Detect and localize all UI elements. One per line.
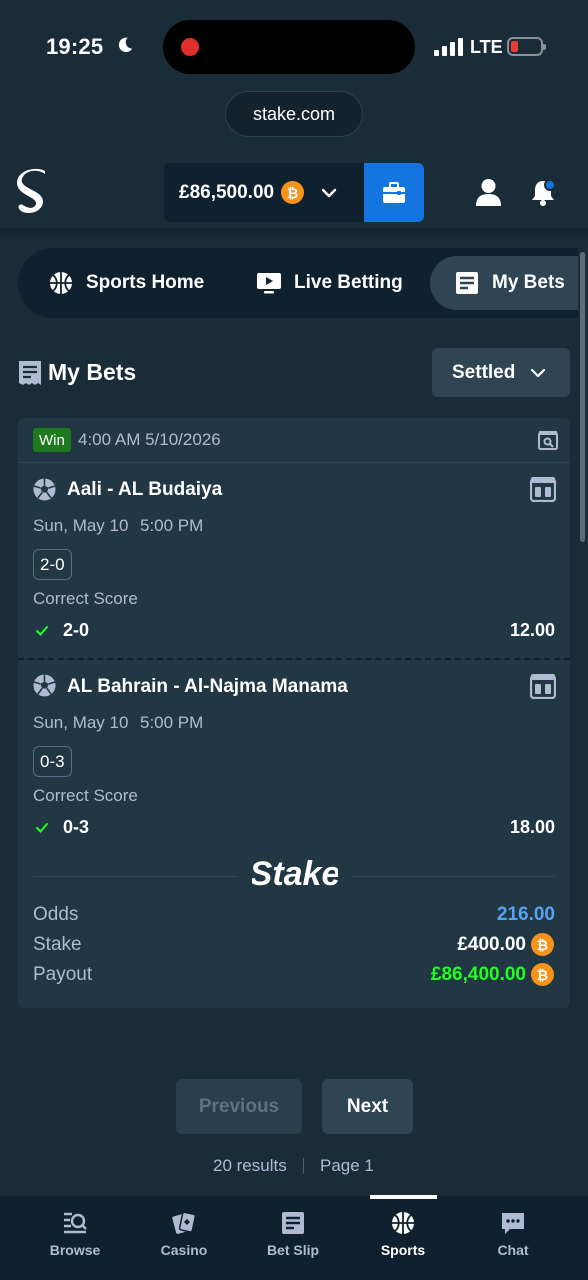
results-count: 20 results (213, 1156, 287, 1175)
moon-icon (118, 37, 133, 53)
nav-sports[interactable]: Sports (353, 1210, 453, 1258)
soccer-ball-icon (33, 478, 56, 501)
user-profile-icon[interactable] (475, 178, 502, 206)
match-name[interactable]: AL Bahrain - Al-Najma Manama (67, 676, 348, 698)
stake-label: Stake (33, 934, 82, 955)
tab-label: Sports Home (86, 272, 205, 293)
bitcoin-icon: ₿ (531, 933, 554, 956)
payout-amount: £86,400.00 (430, 964, 526, 985)
selection: 0-3 (63, 817, 90, 837)
header-divider (0, 228, 588, 240)
match-stats-icon[interactable] (530, 476, 556, 502)
notification-bell-icon[interactable] (528, 177, 558, 207)
check-icon (36, 626, 48, 636)
bitcoin-icon: ₿ (281, 181, 305, 204)
bet-slip-icon (282, 1212, 304, 1234)
nav-chat[interactable]: Chat (463, 1210, 563, 1258)
bet-placed-time: 4:00 AM 5/10/2026 (78, 430, 221, 449)
leg-divider (18, 658, 570, 660)
leg-odds: 18.00 (509, 817, 555, 837)
wallet-balance-selector[interactable]: £86,500.00 ₿ (164, 163, 364, 222)
battery-icon (507, 37, 546, 56)
nav-label: Bet Slip (266, 1242, 320, 1258)
page-number: Page 1 (320, 1156, 374, 1175)
current-score: 2-0 (33, 549, 72, 580)
dynamic-island (163, 20, 415, 74)
stake-amount: £400.00 (457, 934, 526, 955)
odds-label: Odds (33, 904, 79, 925)
sports-tabs: Sports Home Live Betting My Bets (18, 248, 578, 318)
nav-casino[interactable]: Casino (134, 1210, 234, 1258)
tab-label: My Bets (492, 272, 565, 293)
market-name: Correct Score (33, 589, 138, 608)
current-score: 0-3 (33, 746, 72, 777)
match-stats-icon[interactable] (530, 673, 556, 699)
scrollbar[interactable] (580, 252, 585, 542)
chevron-down-icon (531, 368, 546, 377)
previous-page-button[interactable]: Previous (176, 1079, 302, 1134)
selection: 2-0 (63, 620, 90, 640)
active-tab-indicator (370, 1195, 437, 1199)
stake-logo-icon[interactable] (12, 166, 56, 220)
filter-value: Settled (452, 361, 516, 383)
tab-label: Live Betting (294, 272, 403, 293)
network-type: LTE (470, 37, 503, 57)
nav-bet-slip[interactable]: Bet Slip (243, 1210, 343, 1258)
chat-bubble-icon (502, 1213, 524, 1234)
nav-label: Chat (497, 1242, 529, 1258)
wallet-icon (383, 181, 405, 203)
bitcoin-icon: ₿ (531, 963, 554, 986)
svg-text:Stake: Stake (252, 855, 338, 893)
divider (33, 876, 237, 877)
stake-wordmark-logo: Stake (252, 855, 338, 893)
match-name[interactable]: Aali - AL Budaiya (67, 479, 222, 501)
nav-label: Sports (380, 1242, 426, 1258)
match-time: 5:00 PM (140, 713, 204, 732)
status-badge: Win (33, 428, 71, 452)
tab-sports-home[interactable]: Sports Home (48, 256, 204, 310)
status-time: 19:25 (46, 34, 104, 59)
receipt-search-icon[interactable] (538, 430, 558, 450)
signal-strength-icon (434, 38, 464, 56)
divider (303, 1158, 304, 1174)
balance-amount: £86,500.00 (179, 181, 275, 203)
bet-filter-dropdown[interactable]: Settled (432, 348, 570, 397)
match-date: Sun, May 10 (33, 713, 129, 732)
recording-indicator-icon (181, 38, 199, 56)
leg-odds: 12.00 (509, 620, 555, 640)
nav-label: Browse (49, 1242, 101, 1258)
browser-url-bar[interactable]: stake.com (225, 91, 363, 137)
soccer-ball-icon (33, 674, 56, 697)
match-date: Sun, May 10 (33, 516, 129, 535)
payout-label: Payout (33, 964, 93, 985)
match-time: 5:00 PM (140, 516, 204, 535)
nav-label: Casino (160, 1242, 208, 1258)
divider (352, 876, 556, 877)
playing-cards-icon (172, 1211, 197, 1234)
page-title: My Bets (48, 359, 137, 385)
tab-my-bets[interactable]: My Bets (430, 256, 578, 310)
tab-live-betting[interactable]: Live Betting (256, 256, 403, 310)
check-icon (36, 823, 48, 833)
bet-list-icon (456, 272, 478, 294)
total-odds: 216.00 (496, 904, 555, 925)
bet-list-icon (19, 361, 41, 385)
market-name: Correct Score (33, 786, 138, 805)
next-page-button[interactable]: Next (322, 1079, 413, 1134)
live-tv-icon (257, 273, 281, 294)
basketball-icon (50, 272, 72, 294)
basketball-icon (392, 1212, 414, 1234)
nav-browse[interactable]: Browse (25, 1210, 125, 1258)
wallet-button[interactable] (364, 163, 424, 222)
chevron-down-icon (321, 188, 337, 197)
browse-search-icon (64, 1212, 87, 1234)
